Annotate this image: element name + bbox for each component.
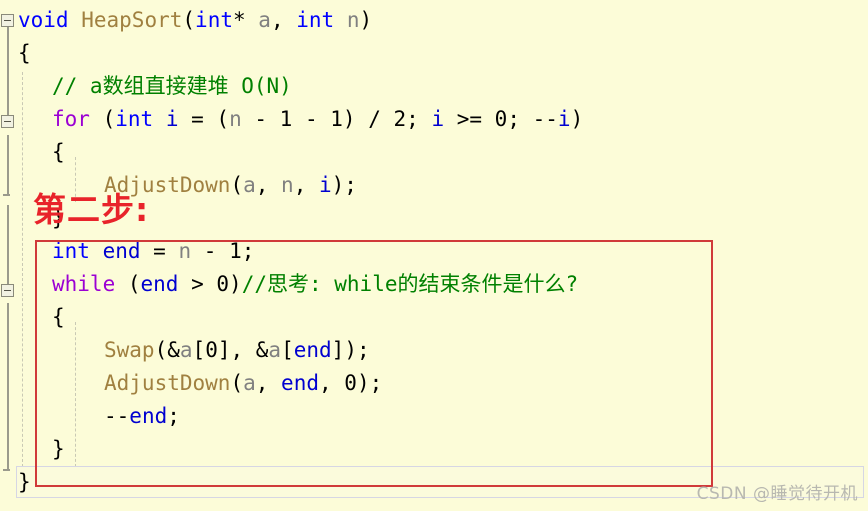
code-token-fn: Swap	[104, 338, 155, 362]
code-token-param: a	[179, 338, 193, 362]
code-line-9[interactable]: {	[0, 301, 868, 334]
code-line-12[interactable]: --end;	[0, 400, 868, 433]
code-token-punc: (	[115, 272, 141, 296]
code-token-num: 0	[494, 107, 508, 131]
code-token-punc: ,	[255, 371, 282, 395]
code-token-punc: ,	[255, 173, 282, 197]
code-token-type: void	[18, 8, 69, 32]
code-token-punc: )	[570, 107, 584, 131]
code-editor[interactable]: void HeapSort(int* a, int n){// a数组直接建堆 …	[0, 0, 868, 511]
code-token-var: end	[293, 338, 332, 362]
code-line-2[interactable]: // a数组直接建堆 O(N)	[0, 70, 868, 103]
code-token-param: a	[258, 8, 271, 32]
code-token-punc: (&	[154, 338, 180, 362]
code-token-punc: -	[292, 107, 331, 131]
code-token-cmt: // a数组直接建堆 O(N)	[52, 74, 292, 98]
code-token-punc: );	[331, 173, 357, 197]
code-token-fn: HeapSort	[81, 8, 183, 32]
code-token-punc: ;	[241, 239, 255, 263]
code-line-7[interactable]: int end = n - 1;	[0, 235, 868, 268]
code-token-punc: -	[241, 107, 280, 131]
code-token-type: int	[115, 107, 154, 131]
code-token-var: i	[557, 107, 571, 131]
code-token-punc: ;	[167, 404, 180, 428]
code-token-var: i	[431, 107, 445, 131]
code-token-type: int	[195, 8, 233, 32]
code-token-punc: );	[356, 371, 383, 395]
code-token-param: n	[281, 173, 294, 197]
code-token-punc: ,	[270, 8, 297, 32]
code-token-punc: ]);	[331, 338, 370, 362]
code-line-3[interactable]: for (int i = (n - 1 - 1) / 2; i >= 0; --…	[0, 103, 868, 136]
code-token-punc	[90, 239, 103, 263]
code-token-punc: (	[230, 173, 244, 197]
code-token-brace: }	[52, 437, 65, 461]
code-line-10[interactable]: Swap(&a[0], &a[end]);	[0, 334, 868, 367]
code-token-punc: (	[89, 107, 116, 131]
code-token-var: i	[165, 107, 179, 131]
code-token-param: a	[243, 371, 256, 395]
code-token-var: end	[102, 239, 141, 263]
code-token-punc: )	[359, 8, 373, 32]
code-token-var: end	[140, 272, 179, 296]
code-token-var: end	[129, 404, 168, 428]
code-token-punc	[334, 8, 347, 32]
code-token-punc	[153, 107, 166, 131]
code-token-punc: [	[281, 338, 294, 362]
code-token-var: end	[281, 371, 319, 395]
code-token-num: 0	[205, 338, 218, 362]
code-token-punc: >=	[444, 107, 495, 131]
code-token-brace: {	[52, 305, 65, 329]
code-token-punc: ) /	[342, 107, 394, 131]
code-line-11[interactable]: AdjustDown(a, end, 0);	[0, 367, 868, 400]
code-token-num: 0	[216, 272, 230, 296]
code-token-type: int	[296, 8, 335, 32]
code-line-8[interactable]: while (end > 0)//思考: while的结束条件是什么?	[0, 268, 868, 301]
code-token-punc: ;	[406, 107, 432, 131]
code-token-fn: AdjustDown	[104, 371, 231, 395]
code-token-kw: while	[52, 272, 116, 296]
code-token-cmt: //思考: while的结束条件是什么?	[241, 272, 579, 296]
csdn-watermark: CSDN @睡觉待开机	[696, 484, 858, 504]
code-token-num: 0	[344, 371, 357, 395]
code-token-param: n	[229, 107, 242, 131]
code-token-param: n	[346, 8, 360, 32]
code-token-param: n	[178, 239, 192, 263]
code-token-punc: ], &	[217, 338, 269, 362]
code-token-param: a	[268, 338, 282, 362]
code-token-punc: =	[140, 239, 179, 263]
code-token-num: 1	[330, 107, 343, 131]
code-line-4[interactable]: {	[0, 136, 868, 169]
code-token-punc: -	[191, 239, 230, 263]
code-token-brace: }	[18, 470, 31, 494]
code-token-punc: >	[178, 272, 217, 296]
code-token-punc: = (	[178, 107, 230, 131]
code-token-var: i	[319, 173, 332, 197]
code-token-kw: for	[52, 107, 90, 131]
code-token-brace: {	[18, 41, 31, 65]
code-token-num: 1	[279, 107, 293, 131]
code-token-punc: --	[104, 404, 130, 428]
code-token-param: a	[243, 173, 256, 197]
code-token-punc: (	[182, 8, 196, 32]
code-token-punc: *	[232, 8, 259, 32]
code-line-13[interactable]: }	[0, 433, 868, 466]
code-token-punc: (	[230, 371, 244, 395]
code-token-punc: [	[192, 338, 206, 362]
annotation-step-two-label: 第二步:	[33, 190, 150, 229]
code-token-brace: {	[52, 140, 65, 164]
code-token-punc: ; --	[507, 107, 558, 131]
code-token-type: int	[52, 239, 90, 263]
code-token-num: 2	[393, 107, 407, 131]
code-token-num: 1	[229, 239, 242, 263]
code-line-1[interactable]: {	[0, 37, 868, 70]
code-token-punc: ,	[293, 173, 319, 197]
code-line-0[interactable]: void HeapSort(int* a, int n)	[0, 4, 868, 37]
code-token-punc: ,	[318, 371, 345, 395]
code-token-punc: )	[229, 272, 242, 296]
code-token-punc	[69, 8, 82, 32]
